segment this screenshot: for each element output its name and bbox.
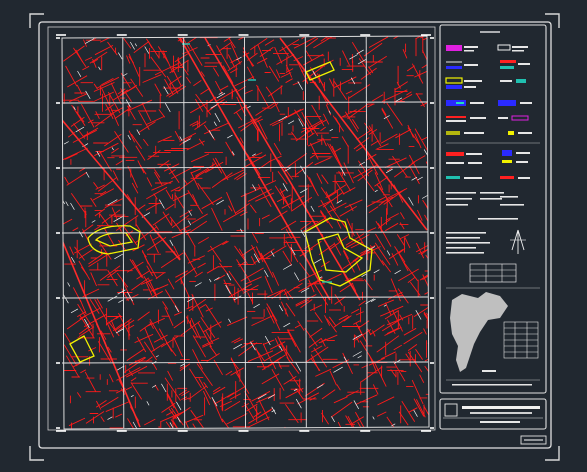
legend-table <box>469 263 517 283</box>
locator-map-shape <box>450 292 508 372</box>
legend-panel <box>443 31 543 423</box>
locator-table <box>503 321 539 359</box>
north-arrow-icon <box>510 229 526 254</box>
legend-swatch-yellow <box>445 77 463 84</box>
title-bar-1 <box>462 406 540 409</box>
title-block-logo <box>444 403 458 417</box>
legend-swatch-red <box>500 60 516 63</box>
legend-swatch-white-outline <box>497 44 511 51</box>
title-bar-2 <box>470 412 532 414</box>
title-block-contents <box>443 403 543 423</box>
legend-swatch-magenta <box>446 45 462 51</box>
legend-symbols <box>445 31 540 386</box>
